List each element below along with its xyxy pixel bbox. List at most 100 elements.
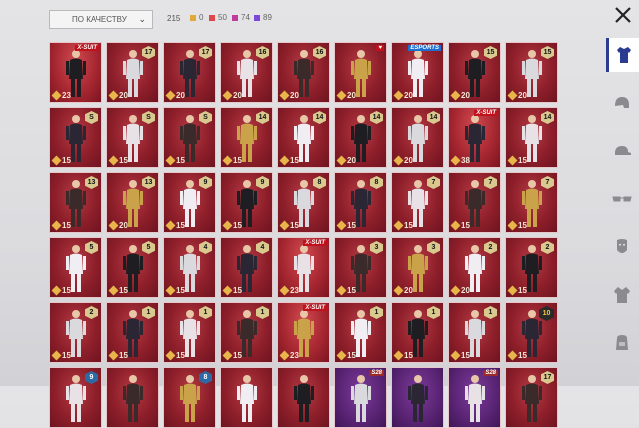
sort-dropdown[interactable]: ПО КАЧЕСТВУ ⌄ xyxy=(49,10,153,29)
outfit-card[interactable]: 3 20 xyxy=(391,237,444,298)
coin-icon xyxy=(108,350,119,361)
level-badge: 2 xyxy=(541,241,554,254)
outfit-card[interactable]: 15 20 xyxy=(448,42,501,103)
outfit-card[interactable]: 10 15 xyxy=(505,302,558,363)
outfit-card[interactable]: S 15 xyxy=(49,107,102,168)
collection-tag: X-SUIT xyxy=(303,240,327,246)
category-cap[interactable] xyxy=(607,134,637,168)
outfit-card[interactable]: X-SUIT 23 xyxy=(49,42,102,103)
coin-icon xyxy=(336,90,347,101)
outfit-card[interactable] xyxy=(220,367,273,428)
outfit-card[interactable]: 14 15 xyxy=(220,107,273,168)
close-button[interactable] xyxy=(612,4,634,26)
outfit-card[interactable]: 9 15 xyxy=(163,172,216,233)
outfit-card[interactable]: 1 15 xyxy=(391,302,444,363)
outfit-card[interactable]: 2 20 xyxy=(448,237,501,298)
coin-icon xyxy=(222,220,233,231)
outfit-card[interactable]: X-SUIT 23 xyxy=(277,302,330,363)
points-value: 15 xyxy=(108,350,128,361)
points-value: 15 xyxy=(450,350,470,361)
outfit-card[interactable]: 8 15 xyxy=(334,172,387,233)
points-value: 15 xyxy=(279,155,299,166)
outfit-card[interactable]: S 15 xyxy=(163,107,216,168)
outfit-card[interactable]: 13 20 xyxy=(106,172,159,233)
category-helmet[interactable] xyxy=(607,86,637,120)
points-value: 15 xyxy=(336,350,356,361)
outfit-card[interactable]: 16 20 xyxy=(277,42,330,103)
outfit-card[interactable]: 5 15 xyxy=(49,237,102,298)
outfit-card[interactable]: 7 15 xyxy=(391,172,444,233)
outfit-card[interactable]: 14 20 xyxy=(334,107,387,168)
outfit-card[interactable]: 7 15 xyxy=(505,172,558,233)
outfit-card[interactable]: 15 20 xyxy=(505,42,558,103)
outfit-card[interactable]: 9 15 xyxy=(220,172,273,233)
outfit-card[interactable]: 8 15 xyxy=(277,172,330,233)
character-figure xyxy=(464,375,485,422)
outfit-card[interactable] xyxy=(277,367,330,428)
outfit-card[interactable]: 7 15 xyxy=(448,172,501,233)
outfit-card[interactable]: 1 15 xyxy=(220,302,273,363)
outfit-card[interactable]: S28 xyxy=(334,367,387,428)
points-label: 15 xyxy=(62,351,71,360)
category-outfit[interactable] xyxy=(606,38,639,72)
outfit-card[interactable]: X-SUIT 38 xyxy=(448,107,501,168)
coin-icon xyxy=(279,350,290,361)
points-label: 15 xyxy=(176,351,185,360)
outfit-grid: X-SUIT 23 17 20 17 20 16 20 16 20 ♥ 20 ESPORTS 20 15 20… xyxy=(49,42,559,428)
outfit-card[interactable]: 2 15 xyxy=(49,302,102,363)
level-badge: 14 xyxy=(370,111,383,124)
coin-icon xyxy=(108,155,119,166)
points-value: 15 xyxy=(165,155,185,166)
level-badge: 2 xyxy=(484,241,497,254)
outfit-card[interactable] xyxy=(106,367,159,428)
outfit-card[interactable]: X-SUIT 23 xyxy=(277,237,330,298)
outfit-card[interactable]: 1 15 xyxy=(163,302,216,363)
coin-icon xyxy=(336,155,347,166)
outfit-card[interactable]: 5 15 xyxy=(106,237,159,298)
outfit-card[interactable]: S28 xyxy=(448,367,501,428)
outfit-card[interactable]: 17 20 xyxy=(106,42,159,103)
glasses-icon xyxy=(612,196,632,202)
points-value: 15 xyxy=(393,220,413,231)
outfit-card[interactable]: 17 xyxy=(505,367,558,428)
outfit-card[interactable] xyxy=(391,367,444,428)
level-badge: 1 xyxy=(199,306,212,319)
outfit-card[interactable]: 2 15 xyxy=(505,237,558,298)
outfit-card[interactable]: 9 xyxy=(49,367,102,428)
points-label: 15 xyxy=(404,351,413,360)
points-value: 15 xyxy=(165,220,185,231)
outfit-card[interactable]: ♥ 20 xyxy=(334,42,387,103)
category-glasses[interactable] xyxy=(607,182,637,216)
category-jacket[interactable] xyxy=(607,278,637,312)
outfit-card[interactable]: 1 15 xyxy=(334,302,387,363)
points-label: 15 xyxy=(176,221,185,230)
coin-icon xyxy=(51,285,62,296)
level-badge: 17 xyxy=(142,46,155,59)
points-value: 15 xyxy=(507,285,527,296)
points-label: 15 xyxy=(290,221,299,230)
outfit-card[interactable]: 16 20 xyxy=(220,42,273,103)
category-mask[interactable] xyxy=(607,230,637,264)
coin-icon xyxy=(108,90,119,101)
coin-icon xyxy=(108,285,119,296)
level-badge: 1 xyxy=(427,306,440,319)
level-badge: 14 xyxy=(427,111,440,124)
category-backpack[interactable] xyxy=(607,326,637,360)
outfit-card[interactable]: 3 15 xyxy=(334,237,387,298)
outfit-card[interactable]: 8 xyxy=(163,367,216,428)
outfit-card[interactable]: 4 15 xyxy=(220,237,273,298)
outfit-card[interactable]: 4 15 xyxy=(163,237,216,298)
outfit-card[interactable]: 14 20 xyxy=(391,107,444,168)
points-label: 20 xyxy=(404,286,413,295)
outfit-card[interactable]: ESPORTS 20 xyxy=(391,42,444,103)
outfit-card[interactable]: 14 15 xyxy=(277,107,330,168)
outfit-card[interactable]: S 15 xyxy=(106,107,159,168)
outfit-card[interactable]: 13 15 xyxy=(49,172,102,233)
points-label: 15 xyxy=(233,221,242,230)
outfit-card[interactable]: 1 15 xyxy=(106,302,159,363)
coin-icon xyxy=(393,285,404,296)
outfit-card[interactable]: 17 20 xyxy=(163,42,216,103)
outfit-card[interactable]: 1 15 xyxy=(448,302,501,363)
outfit-card[interactable]: 14 15 xyxy=(505,107,558,168)
points-value: 20 xyxy=(450,90,470,101)
